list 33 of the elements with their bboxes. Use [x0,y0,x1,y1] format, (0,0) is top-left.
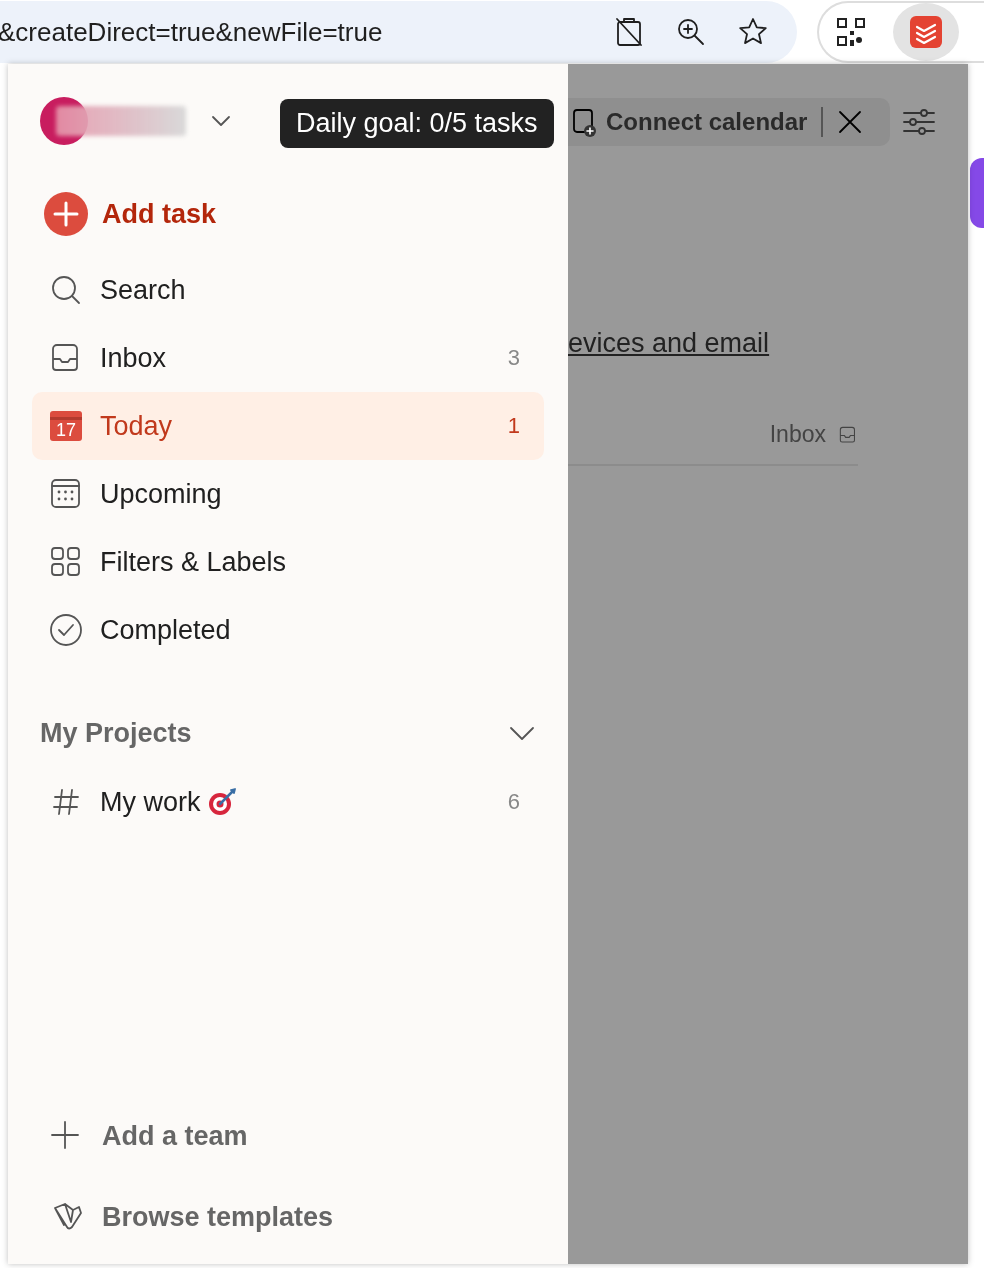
task-count: 1 [507,413,520,439]
section-title: My Projects [40,717,193,749]
text-link[interactable]: evices and email [568,328,770,359]
nav-item[interactable]: Filters & Labels [32,528,544,596]
search-icon [49,273,83,307]
dart-target-icon [206,787,237,817]
calendar-add-icon [572,107,598,137]
close-icon[interactable] [837,109,864,135]
nav-item[interactable]: Inbox 3 [32,324,544,392]
nav-item[interactable]: Search [32,256,544,324]
tooltip: Daily goal: 0/5 tasks [280,99,554,148]
inbox-tray-icon [838,424,858,445]
browse-templates-link[interactable]: Browse templates [32,1183,544,1251]
four-squares-icon [49,545,83,579]
nav-item[interactable]: Completed [32,596,544,664]
task-count: 3 [507,345,520,371]
page-button-edge [970,158,984,228]
add-team-link[interactable]: Add a team [32,1102,544,1170]
task-count: 6 [507,789,520,815]
calendar-grid-icon [49,477,83,511]
sliders-icon[interactable] [902,107,936,137]
add-task-button[interactable]: Add task [32,190,544,238]
todo-app-icon[interactable] [908,15,943,49]
hash-icon [51,787,81,817]
plus-circle-icon [44,192,88,236]
project-label: Inbox [769,421,826,448]
qr-code-icon[interactable] [834,16,867,48]
calendar-date-icon: 17 [50,411,82,441]
project-item[interactable]: My work 6 [32,768,544,836]
connect-calendar-button[interactable]: Connect calendar [568,98,890,146]
nav-item[interactable]: Upcoming [32,460,544,528]
nav-item[interactable]: 17 Today 1 [32,392,544,460]
check-circle-icon [49,613,83,647]
